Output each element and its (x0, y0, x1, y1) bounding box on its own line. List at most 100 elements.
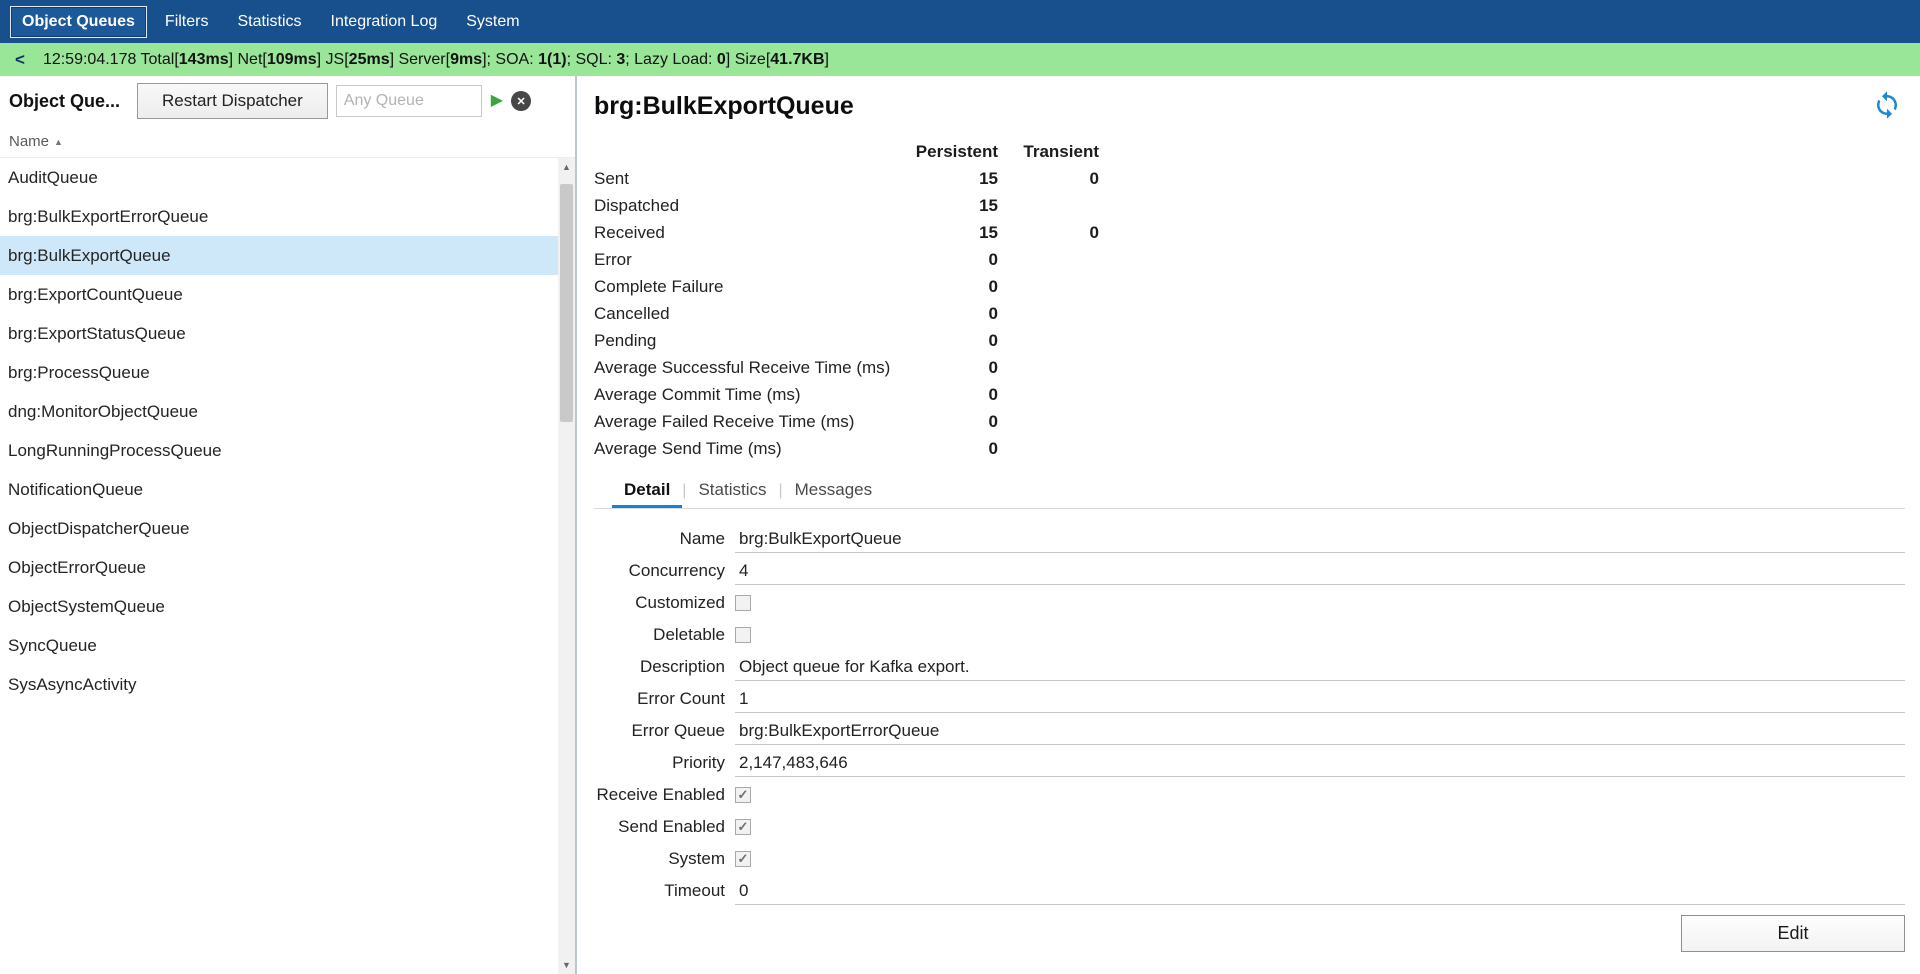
stats-transient-value: 0 (998, 169, 1099, 189)
queue-search-input[interactable] (336, 85, 482, 117)
stats-persistent-value: 15 (914, 196, 998, 216)
receive-enabled-checkbox[interactable]: ✓ (735, 787, 751, 803)
field-label: Send Enabled (577, 817, 735, 837)
system-checkbox[interactable]: ✓ (735, 851, 751, 867)
queue-stats-table: Persistent Transient Sent150Dispatched15… (594, 139, 1920, 462)
tab-detail[interactable]: Detail (612, 474, 682, 508)
stats-row-average-send-time-ms: Average Send Time (ms)0 (594, 435, 1920, 462)
field-label: Priority (577, 753, 735, 773)
field-control (735, 525, 1905, 553)
form-row-receive-enabled: Receive Enabled✓ (577, 779, 1905, 811)
status-summary: 12:59:04.178 Total[143ms] Net[109ms] JS[… (43, 51, 829, 69)
queue-list-item-auditqueue[interactable]: AuditQueue (0, 158, 558, 197)
timeout-input[interactable] (735, 877, 1905, 905)
stats-rows: Sent150Dispatched15Received150Error0Comp… (594, 165, 1920, 462)
concurrency-input[interactable] (735, 557, 1905, 585)
queue-list-item-brg-processqueue[interactable]: brg:ProcessQueue (0, 353, 558, 392)
error-queue-input[interactable] (735, 717, 1905, 745)
customized-checkbox[interactable] (735, 595, 751, 611)
form-row-deletable: Deletable (577, 619, 1905, 651)
queue-list-item-objectsystemqueue[interactable]: ObjectSystemQueue (0, 587, 558, 626)
refresh-icon[interactable] (1872, 90, 1902, 120)
edit-button-row: Edit (577, 915, 1905, 952)
stats-persistent-value: 15 (914, 169, 998, 189)
queue-list-item-objecterrorqueue[interactable]: ObjectErrorQueue (0, 548, 558, 587)
stats-row-dispatched: Dispatched15 (594, 192, 1920, 219)
stats-label: Sent (594, 169, 914, 189)
stats-row-error: Error0 (594, 246, 1920, 273)
tab-statistics[interactable]: Statistics (686, 474, 778, 508)
stats-persistent-value: 0 (914, 331, 998, 351)
restart-dispatcher-button[interactable]: Restart Dispatcher (137, 83, 328, 119)
topnav-tab-integration-log[interactable]: Integration Log (320, 7, 449, 37)
stats-persistent-value: 0 (914, 439, 998, 459)
page-title: brg:BulkExportQueue (594, 92, 854, 120)
status-part: ; SQL: (567, 51, 617, 68)
stats-row-pending: Pending0 (594, 327, 1920, 354)
queue-list-item-objectdispatcherqueue[interactable]: ObjectDispatcherQueue (0, 509, 558, 548)
queue-list-item-notificationqueue[interactable]: NotificationQueue (0, 470, 558, 509)
stats-col-persistent: Persistent (914, 142, 998, 162)
stats-row-average-successful-receive-time-ms: Average Successful Receive Time (ms)0 (594, 354, 1920, 381)
stats-label: Dispatched (594, 196, 914, 216)
priority-input[interactable] (735, 749, 1905, 777)
scrollbar-up-icon[interactable]: ▲ (558, 158, 575, 176)
description-input[interactable] (735, 653, 1905, 681)
deletable-checkbox[interactable] (735, 627, 751, 643)
name-input[interactable] (735, 525, 1905, 553)
status-part: 41.7KB (770, 51, 824, 68)
status-part: 25ms (349, 51, 390, 68)
search-go-icon[interactable]: ▶ (491, 93, 503, 109)
status-part: 3 (616, 51, 625, 68)
scrollbar-thumb[interactable] (560, 184, 573, 422)
form-row-priority: Priority (577, 747, 1905, 779)
main-panel: brg:BulkExportQueue Persistent Transient… (577, 76, 1920, 974)
field-control (735, 717, 1905, 745)
form-row-error-count: Error Count (577, 683, 1905, 715)
tab-messages[interactable]: Messages (783, 474, 884, 508)
field-label: Customized (577, 593, 735, 613)
field-label: Description (577, 657, 735, 677)
stats-persistent-value: 0 (914, 304, 998, 324)
queue-list-item-longrunningprocessqueue[interactable]: LongRunningProcessQueue (0, 431, 558, 470)
queue-list-item-brg-bulkexporterrorqueue[interactable]: brg:BulkExportErrorQueue (0, 197, 558, 236)
queue-list-item-brg-exportcountqueue[interactable]: brg:ExportCountQueue (0, 275, 558, 314)
detail-form: NameConcurrencyCustomizedDeletableDescri… (577, 523, 1905, 907)
sidebar-scrollbar[interactable]: ▲ ▼ (558, 158, 575, 974)
scrollbar-down-icon[interactable]: ▼ (558, 956, 575, 974)
field-label: Timeout (577, 881, 735, 901)
form-row-error-queue: Error Queue (577, 715, 1905, 747)
queue-list-sort-header[interactable]: Name ▲ (0, 126, 575, 158)
status-part: 143ms (179, 51, 229, 68)
status-part: 0 (717, 51, 726, 68)
sidebar-title: Object Que... (9, 91, 137, 112)
topnav-tab-system[interactable]: System (455, 7, 530, 37)
queue-list-item-sysasyncactivity[interactable]: SysAsyncActivity (0, 665, 558, 704)
field-control (735, 557, 1905, 585)
queue-list-item-brg-exportstatusqueue[interactable]: brg:ExportStatusQueue (0, 314, 558, 353)
queue-list: AuditQueuebrg:BulkExportErrorQueuebrg:Bu… (0, 158, 558, 704)
topnav-tab-object-queues[interactable]: Object Queues (10, 6, 147, 38)
stats-label: Received (594, 223, 914, 243)
field-label: Deletable (577, 625, 735, 645)
queue-list-item-brg-bulkexportqueue[interactable]: brg:BulkExportQueue (0, 236, 558, 275)
status-part: ] Net[ (229, 51, 267, 68)
queue-list-item-dng-monitorobjectqueue[interactable]: dng:MonitorObjectQueue (0, 392, 558, 431)
stats-header-row: Persistent Transient (594, 139, 1920, 165)
queue-list-item-syncqueue[interactable]: SyncQueue (0, 626, 558, 665)
field-control (735, 877, 1905, 905)
field-label: Receive Enabled (577, 785, 735, 805)
stats-label: Average Failed Receive Time (ms) (594, 412, 914, 432)
topnav-tab-statistics[interactable]: Statistics (226, 7, 312, 37)
edit-button[interactable]: Edit (1681, 915, 1905, 952)
error-count-input[interactable] (735, 685, 1905, 713)
form-row-timeout: Timeout (577, 875, 1905, 907)
status-collapse-icon[interactable]: < (15, 50, 25, 70)
field-control: ✓ (735, 819, 1905, 835)
topnav-tab-filters[interactable]: Filters (154, 7, 220, 37)
stats-label: Average Commit Time (ms) (594, 385, 914, 405)
stats-persistent-value: 0 (914, 250, 998, 270)
clear-search-icon[interactable]: ✕ (511, 91, 531, 111)
stats-label: Average Send Time (ms) (594, 439, 914, 459)
send-enabled-checkbox[interactable]: ✓ (735, 819, 751, 835)
